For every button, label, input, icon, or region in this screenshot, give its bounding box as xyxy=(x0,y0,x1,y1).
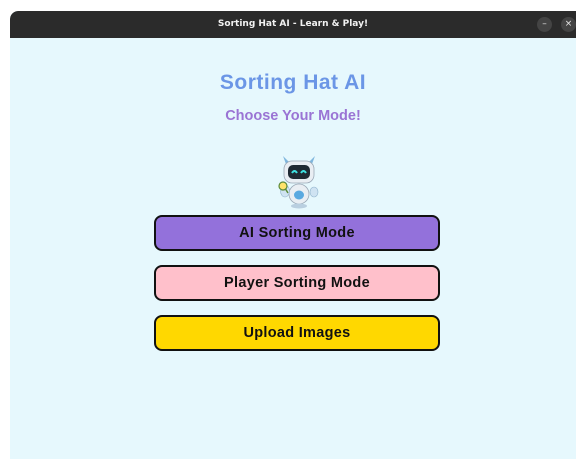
player-sorting-mode-button[interactable]: Player Sorting Mode xyxy=(154,265,440,301)
page-subtitle: Choose Your Mode! xyxy=(225,108,361,124)
minimize-button[interactable]: – xyxy=(537,17,552,32)
close-button[interactable]: × xyxy=(561,17,576,32)
robot-icon xyxy=(278,156,319,209)
ai-sorting-mode-button[interactable]: AI Sorting Mode xyxy=(154,215,440,251)
app-window: Sorting Hat AI - Learn & Play! – × Sorti… xyxy=(10,11,576,459)
upload-images-button[interactable]: Upload Images xyxy=(154,315,440,351)
title-bar[interactable]: Sorting Hat AI - Learn & Play! – × xyxy=(10,11,576,38)
window-title: Sorting Hat AI - Learn & Play! xyxy=(217,19,369,29)
page-title: Sorting Hat AI xyxy=(219,71,367,94)
